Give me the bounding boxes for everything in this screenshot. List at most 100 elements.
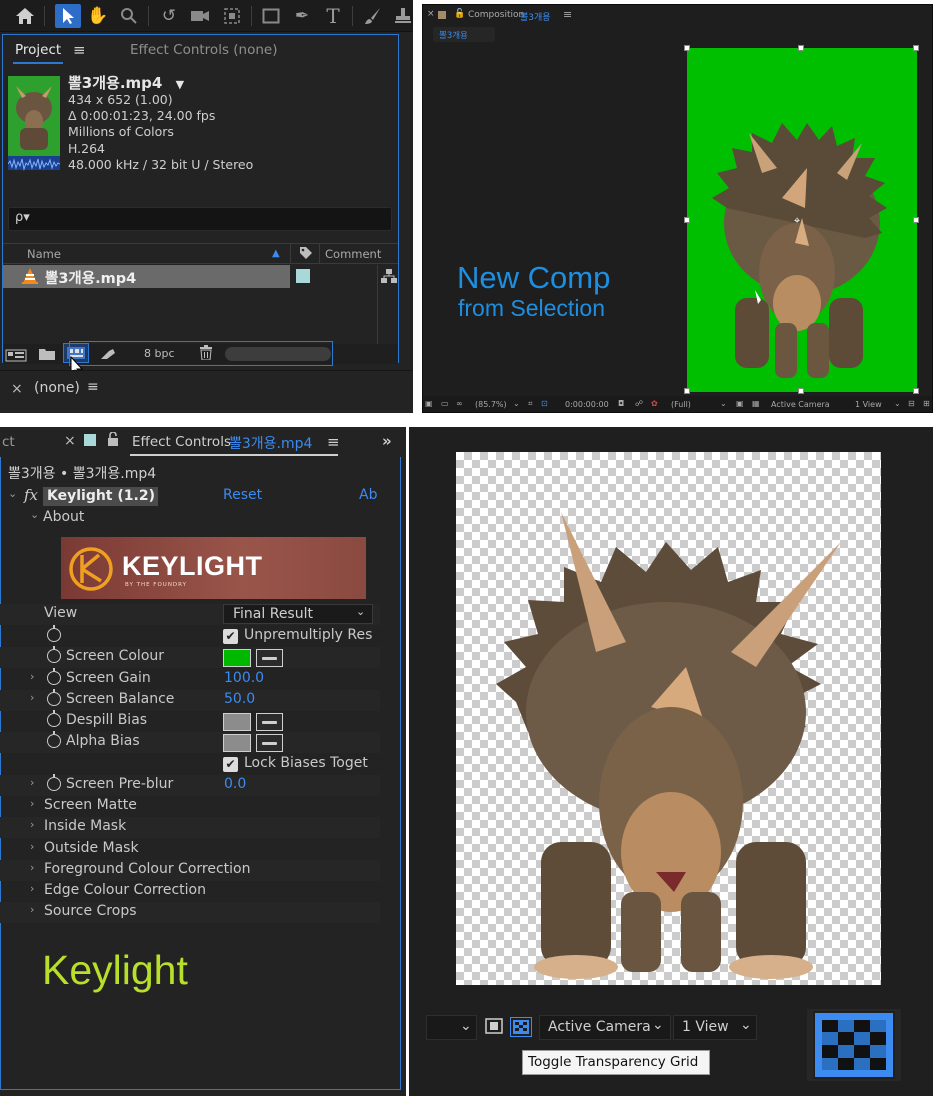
region-of-interest-icon[interactable]: ⌗ — [528, 399, 533, 409]
stopwatch-icon[interactable] — [47, 731, 61, 748]
chevron-right-icon[interactable]: › — [30, 670, 34, 683]
tab-target-layer[interactable]: 뽈3개용.mp4 — [229, 433, 312, 453]
show-channel-icon[interactable]: ☍ — [635, 399, 643, 408]
flowchart-icon[interactable] — [380, 268, 398, 288]
chevron-down-icon[interactable]: ⌄ — [894, 399, 901, 408]
about-link[interactable]: Ab — [359, 487, 377, 503]
project-item-row[interactable]: 뽈3개용.mp4 — [3, 265, 290, 288]
about-row[interactable]: ⌄ About — [0, 508, 380, 529]
home-icon[interactable] — [12, 4, 38, 28]
color-channel-icon[interactable]: ✿ — [651, 399, 658, 408]
panel-menu-icon[interactable]: ≡ — [327, 433, 340, 451]
resolution-dropdown[interactable]: (Full) — [671, 400, 691, 409]
unpremultiply-checkbox[interactable]: ✔ — [223, 629, 238, 644]
panel-overflow-icon[interactable]: » — [382, 432, 392, 450]
composition-subtab[interactable]: 뽈3개용 — [433, 27, 495, 42]
tab-effect-controls[interactable]: Effect Controls — [132, 434, 231, 450]
screen-preblur-value[interactable]: 0.0 — [224, 776, 246, 792]
always-preview-icon[interactable]: ▣ — [425, 399, 433, 408]
camera-tool-icon[interactable] — [187, 4, 213, 28]
toggle-pixel-aspect-icon[interactable]: ⊟ — [908, 399, 915, 408]
zoom-dropdown[interactable]: (85.7%) — [475, 400, 507, 409]
effect-name-box[interactable]: Keylight (1.2) — [43, 487, 158, 506]
grid-icon[interactable]: ⊡ — [541, 399, 548, 408]
timecode-display[interactable]: 0:00:00:00 — [565, 400, 609, 409]
panel-menu-icon[interactable]: ≡ — [73, 41, 86, 59]
screen-colour-swatch[interactable] — [223, 649, 251, 667]
views-dropdown[interactable]: 1 View ⌄ — [673, 1015, 757, 1040]
snapshot-icon[interactable]: ◘ — [618, 399, 624, 408]
group-foreground-colour-correction[interactable]: › Foreground Colour Correction — [0, 860, 380, 881]
pan-behind-tool-icon[interactable] — [219, 4, 245, 28]
chevron-right-icon[interactable]: › — [30, 691, 34, 704]
eyedropper-icon[interactable] — [256, 713, 283, 731]
screen-gain-value[interactable]: 100.0 — [224, 670, 264, 686]
panel-menu-icon[interactable]: ≡ — [563, 8, 572, 21]
camera-dropdown[interactable]: Active Camera ⌄ — [539, 1015, 671, 1040]
lock-biases-checkbox[interactable]: ✔ — [223, 757, 238, 772]
chevron-down-icon[interactable]: ⌄ — [720, 399, 727, 408]
stamp-tool-icon[interactable] — [390, 4, 413, 28]
brush-tool-icon[interactable] — [360, 4, 386, 28]
group-edge-colour-correction[interactable]: › Edge Colour Correction — [0, 881, 380, 902]
rectangle-tool-icon[interactable] — [258, 4, 284, 28]
group-screen-matte[interactable]: › Screen Matte — [0, 796, 380, 817]
tab-fragment[interactable]: ct — [2, 434, 15, 450]
lock-icon[interactable] — [107, 431, 119, 451]
close-icon[interactable]: × — [427, 9, 435, 19]
fast-preview-icon[interactable] — [485, 1018, 503, 1038]
stopwatch-icon[interactable] — [47, 774, 61, 791]
composition-tab-name[interactable]: 뽈3개용 — [520, 10, 551, 23]
interpret-footage-icon[interactable] — [5, 347, 27, 366]
fx-icon[interactable]: fx — [24, 486, 38, 504]
group-outside-mask[interactable]: › Outside Mask — [0, 839, 380, 860]
despill-bias-swatch[interactable] — [223, 713, 251, 731]
screen-balance-value[interactable]: 50.0 — [224, 691, 255, 707]
group-source-crops[interactable]: › Source Crops — [0, 902, 380, 923]
stopwatch-icon[interactable] — [47, 646, 61, 663]
pen-tool-icon[interactable]: ✒ — [289, 4, 315, 28]
stopwatch-icon[interactable] — [47, 689, 61, 706]
green-screen-footage[interactable] — [687, 48, 917, 392]
reset-button[interactable]: Reset — [223, 487, 262, 503]
sort-ascending-icon[interactable]: ▲ — [272, 248, 280, 259]
anchor-point-icon[interactable]: ⌖ — [794, 214, 800, 228]
eyedropper-icon[interactable] — [256, 734, 283, 752]
new-folder-icon[interactable] — [38, 346, 56, 365]
lock-icon[interactable]: 🔓 — [454, 9, 465, 19]
monitor-icon[interactable]: ▭ — [441, 399, 449, 408]
thumbnail-zoom-slider[interactable] — [225, 347, 331, 361]
stopwatch-icon[interactable] — [47, 668, 61, 685]
chevron-down-icon[interactable]: ⌄ — [513, 399, 520, 408]
column-comment[interactable]: Comment — [325, 247, 381, 261]
stopwatch-icon[interactable] — [47, 710, 61, 727]
mask-visibility-icon[interactable]: ∞ — [456, 399, 463, 408]
hand-tool-icon[interactable]: ✋ — [85, 4, 111, 28]
camera-dropdown[interactable]: Active Camera — [771, 400, 830, 409]
type-tool-icon[interactable]: T — [320, 4, 346, 28]
label-color-swatch[interactable] — [296, 269, 310, 283]
bit-depth-button[interactable]: 8 bpc — [144, 347, 175, 360]
project-settings-icon[interactable] — [99, 346, 117, 365]
transparency-grid-icon[interactable]: ▦ — [752, 399, 760, 408]
lower-panel-title[interactable]: (none) — [34, 380, 80, 396]
trash-icon[interactable] — [199, 345, 213, 364]
label-tag-icon[interactable] — [299, 245, 313, 259]
zoom-tool-icon[interactable] — [116, 4, 142, 28]
panel-menu-icon[interactable]: ≡ — [87, 379, 99, 395]
stopwatch-icon[interactable] — [47, 625, 61, 642]
alpha-bias-swatch[interactable] — [223, 734, 251, 752]
column-name[interactable]: Name — [27, 247, 61, 261]
tab-effect-controls[interactable]: Effect Controls (none) — [130, 42, 277, 58]
rotate-tool-icon[interactable]: ↺ — [156, 4, 182, 28]
project-search-input[interactable]: ρ▾ — [8, 207, 392, 231]
reset-exposure-icon[interactable]: ⊞ — [923, 399, 930, 408]
eyedropper-icon[interactable] — [256, 649, 283, 667]
close-icon[interactable]: × — [11, 381, 23, 397]
chevron-down-icon[interactable]: ⌄ — [30, 508, 39, 521]
transparency-grid-icon[interactable] — [510, 1017, 532, 1037]
close-icon[interactable]: × — [64, 433, 76, 449]
chevron-down-icon[interactable]: ⌄ — [8, 487, 17, 500]
composition-tab-prefix[interactable]: Composition — [468, 10, 524, 20]
footage-dropdown-icon[interactable]: ▼ — [176, 78, 184, 91]
